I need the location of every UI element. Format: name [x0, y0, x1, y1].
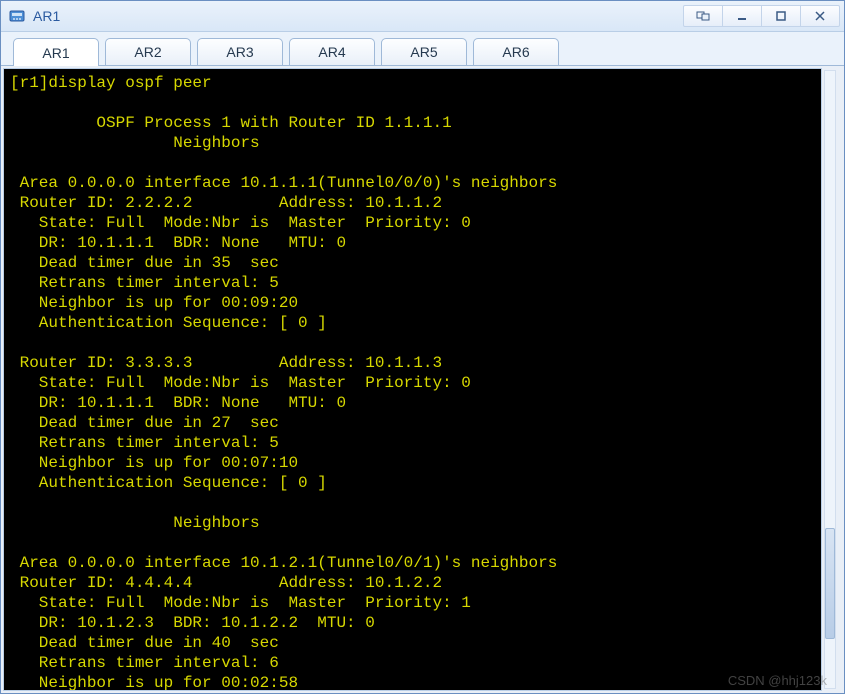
tab-label: AR4	[318, 44, 345, 60]
terminal-line: Retrans timer interval: 5	[10, 274, 288, 292]
terminal-line: State: Full Mode:Nbr is Master Priority:…	[10, 594, 471, 612]
close-button[interactable]	[800, 5, 840, 27]
scrollbar-thumb[interactable]	[825, 528, 835, 639]
app-icon	[9, 8, 25, 24]
vertical-scrollbar[interactable]	[822, 68, 838, 691]
terminal-line: Router ID: 4.4.4.4 Address: 10.1.2.2	[10, 574, 519, 592]
terminal-line: Retrans timer interval: 5	[10, 434, 288, 452]
minimize-button[interactable]	[722, 5, 762, 27]
window-controls	[684, 5, 840, 27]
maximize-button[interactable]	[761, 5, 801, 27]
tab-label: AR1	[42, 45, 69, 61]
terminal-line: Neighbors	[10, 134, 269, 152]
terminal-line: Retrans timer interval: 6	[10, 654, 288, 672]
terminal-line: Dead timer due in 35 sec	[10, 254, 288, 272]
terminal-line: Router ID: 3.3.3.3 Address: 10.1.1.3	[10, 354, 519, 372]
terminal-line: Authentication Sequence: [ 0 ]	[10, 474, 336, 492]
window-title: AR1	[31, 8, 678, 24]
content-area: [r1]display ospf peer OSPF Process 1 wit…	[1, 66, 844, 693]
terminal-line: [r1]display ospf peer	[10, 74, 212, 92]
tab-ar1[interactable]: AR1	[13, 38, 99, 66]
terminal-line: DR: 10.1.1.1 BDR: None MTU: 0	[10, 234, 384, 252]
terminal-line: Neighbors	[10, 514, 269, 532]
terminal-line: State: Full Mode:Nbr is Master Priority:…	[10, 214, 471, 232]
terminal-line: Neighbor is up for 00:09:20	[10, 294, 346, 312]
tab-label: AR6	[502, 44, 529, 60]
terminal-line: Neighbor is up for 00:02:58	[10, 674, 346, 691]
titlebar: AR1	[1, 1, 844, 32]
scrollbar-track[interactable]	[824, 70, 836, 689]
tab-ar2[interactable]: AR2	[105, 38, 191, 65]
terminal-line: Area 0.0.0.0 interface 10.1.2.1(Tunnel0/…	[10, 554, 557, 572]
terminal-line: Router ID: 2.2.2.2 Address: 10.1.1.2	[10, 194, 519, 212]
terminal-line: Dead timer due in 27 sec	[10, 414, 288, 432]
terminal-line: OSPF Process 1 with Router ID 1.1.1.1	[10, 114, 452, 132]
tab-label: AR2	[134, 44, 161, 60]
group-button[interactable]	[683, 5, 723, 27]
terminal-line: Dead timer due in 40 sec	[10, 634, 288, 652]
tabbar: AR1 AR2 AR3 AR4 AR5 AR6	[1, 32, 844, 66]
terminal-line: DR: 10.1.2.3 BDR: 10.1.2.2 MTU: 0	[10, 614, 413, 632]
terminal-line: DR: 10.1.1.1 BDR: None MTU: 0	[10, 394, 384, 412]
app-window: AR1 AR1 AR2 AR3 AR4 AR5 AR6 [r1]display …	[0, 0, 845, 694]
terminal-line: Area 0.0.0.0 interface 10.1.1.1(Tunnel0/…	[10, 174, 557, 192]
tab-ar4[interactable]: AR4	[289, 38, 375, 65]
tab-ar3[interactable]: AR3	[197, 38, 283, 65]
terminal-line: Neighbor is up for 00:07:10	[10, 454, 346, 472]
tab-ar6[interactable]: AR6	[473, 38, 559, 65]
terminal-line: Authentication Sequence: [ 0 ]	[10, 314, 336, 332]
tab-ar5[interactable]: AR5	[381, 38, 467, 65]
tab-label: AR3	[226, 44, 253, 60]
tab-label: AR5	[410, 44, 437, 60]
terminal-output[interactable]: [r1]display ospf peer OSPF Process 1 wit…	[3, 68, 822, 691]
terminal-line: State: Full Mode:Nbr is Master Priority:…	[10, 374, 471, 392]
